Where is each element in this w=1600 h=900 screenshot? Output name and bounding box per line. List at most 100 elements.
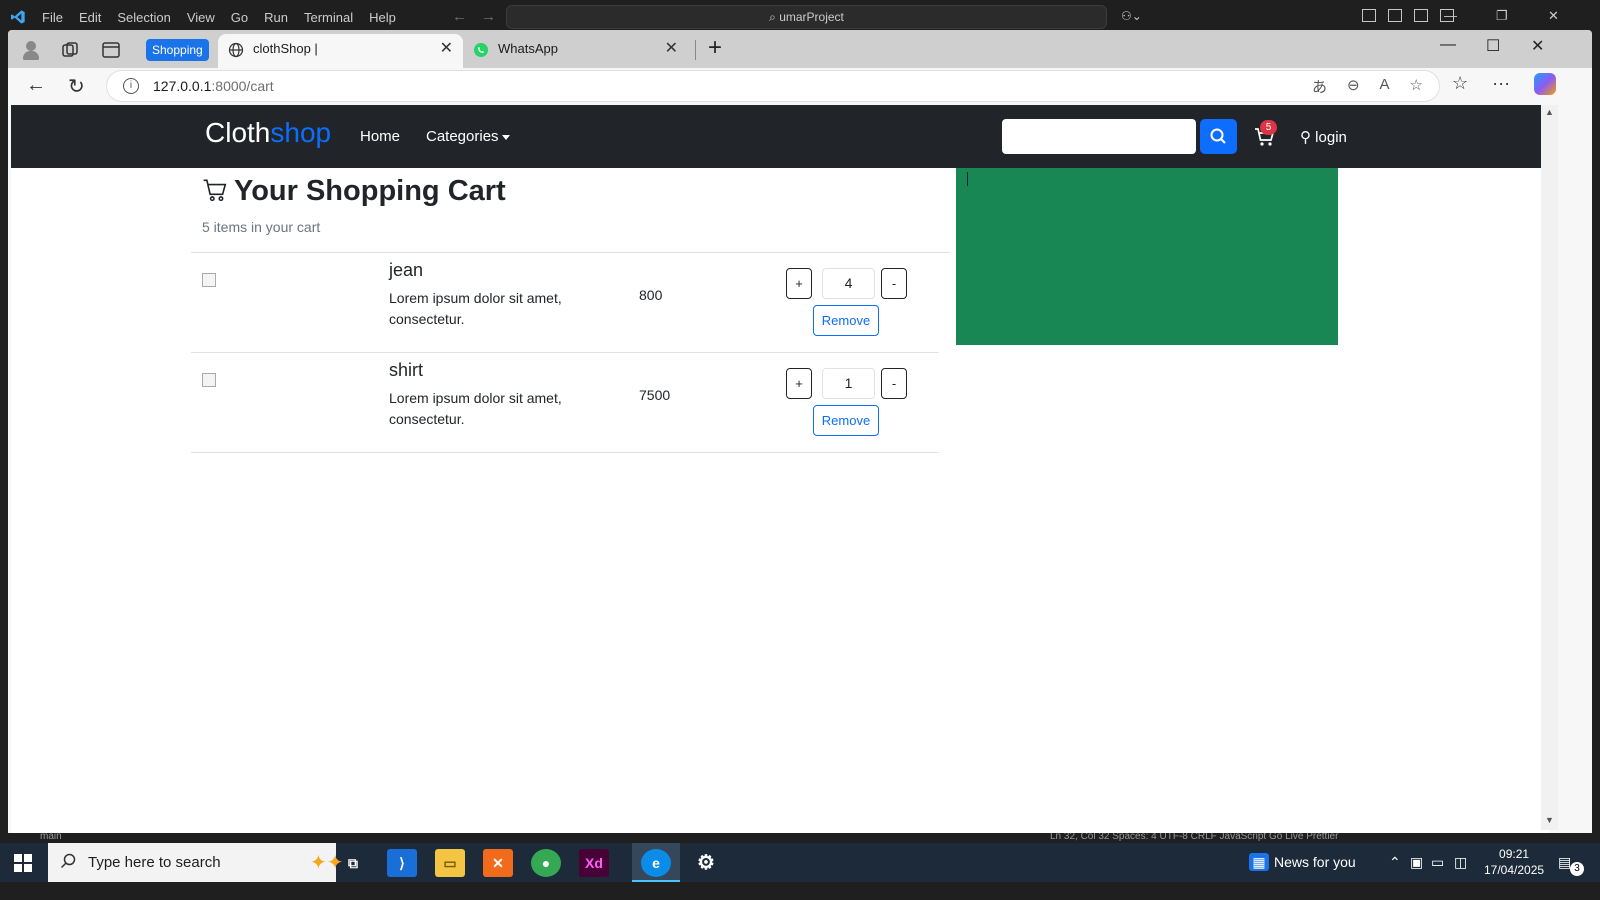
- menu-selection[interactable]: Selection: [117, 10, 170, 25]
- login-link[interactable]: ⚲ login: [1300, 128, 1347, 146]
- page-title: Your Shopping Cart: [202, 175, 506, 208]
- menu-run[interactable]: Run: [264, 10, 288, 25]
- quantity-input[interactable]: 4: [822, 268, 875, 299]
- product-name: jean: [389, 260, 424, 280]
- tab-clothshop[interactable]: clothShop | ✕: [218, 34, 463, 68]
- profile-icon[interactable]: [21, 40, 41, 60]
- nav-categories-dropdown[interactable]: Categories: [426, 128, 510, 145]
- vscode-minimize-icon[interactable]: —: [1444, 8, 1457, 23]
- scroll-down-icon[interactable]: ▼: [1545, 815, 1554, 825]
- zoom-out-icon[interactable]: ⊖: [1347, 76, 1360, 97]
- workspaces-icon[interactable]: [60, 40, 80, 60]
- tray-power-icon[interactable]: ▭: [1431, 854, 1444, 871]
- menu-terminal[interactable]: Terminal: [304, 10, 353, 25]
- tab-whatsapp[interactable]: WhatsApp ✕: [463, 34, 688, 68]
- tray-network-icon[interactable]: ◫: [1454, 854, 1467, 871]
- caret-down-icon: [501, 134, 510, 140]
- vscode-history-arrows-icon[interactable]: ←→: [452, 8, 510, 25]
- menu-view[interactable]: View: [187, 10, 215, 25]
- vscode-title-bar: File Edit Selection View Go Run Terminal…: [0, 0, 1600, 34]
- globe-icon: [228, 42, 244, 58]
- cart-badge: 5: [1260, 120, 1277, 135]
- browser-toolbar: ☆ ···: [1452, 73, 1557, 95]
- cart-item: jean Lorem ipsum dolor sit amet, consect…: [191, 252, 939, 352]
- close-tab-icon[interactable]: ✕: [665, 34, 678, 64]
- menu-go[interactable]: Go: [231, 10, 248, 25]
- copilot-sidebar-icon[interactable]: [1534, 73, 1557, 95]
- new-tab-icon[interactable]: +: [708, 34, 722, 62]
- close-tab-icon[interactable]: ✕: [440, 34, 453, 64]
- tab-title: clothShop |: [253, 41, 318, 56]
- toggle-sidebar-icon[interactable]: [1388, 9, 1402, 22]
- adobe-xd-icon[interactable]: Xd: [579, 849, 609, 877]
- tab-divider: [695, 40, 696, 60]
- favorite-star-icon[interactable]: ☆: [1410, 76, 1423, 97]
- notification-count: 3: [1570, 862, 1584, 876]
- favorites-icon[interactable]: ☆: [1452, 73, 1468, 95]
- menu-file[interactable]: File: [42, 10, 63, 25]
- menu-help[interactable]: Help: [369, 10, 396, 25]
- product-description: Lorem ipsum dolor sit amet, consectetur.: [389, 290, 562, 327]
- minimize-icon[interactable]: —: [1440, 36, 1456, 54]
- toggle-panel-icon[interactable]: [1414, 9, 1428, 22]
- customize-layout-icon[interactable]: [1362, 9, 1376, 22]
- translate-icon[interactable]: あ: [1312, 76, 1327, 97]
- page-scrollbar[interactable]: ▲ ▼: [1541, 105, 1558, 830]
- search-input[interactable]: [1002, 119, 1196, 154]
- settings-gear-icon[interactable]: ⚙: [691, 849, 721, 877]
- chrome-icon[interactable]: ●: [531, 849, 561, 877]
- copilot-icon[interactable]: ⚇⌄: [1121, 9, 1142, 23]
- vscode-menu-bar: File Edit Selection View Go Run Terminal…: [42, 10, 412, 25]
- product-name: shirt: [389, 360, 424, 380]
- nav-home[interactable]: Home: [360, 128, 400, 145]
- refresh-icon[interactable]: ↻: [68, 74, 85, 99]
- menu-edit[interactable]: Edit: [79, 10, 101, 25]
- vscode-close-icon[interactable]: ✕: [1548, 8, 1559, 24]
- url-text: 127.0.0.1:8000/cart: [153, 78, 274, 94]
- brand-logo[interactable]: Clothshop: [205, 117, 331, 149]
- tab-group-shopping[interactable]: Shopping: [146, 39, 209, 61]
- decrease-qty-button[interactable]: -: [881, 268, 907, 299]
- news-icon[interactable]: ▦: [1249, 853, 1269, 871]
- divider: [191, 452, 939, 453]
- search-icon: [60, 853, 76, 869]
- task-view-icon[interactable]: ⧉: [338, 849, 368, 877]
- text-cursor: [967, 172, 968, 186]
- more-menu-icon[interactable]: ···: [1492, 73, 1510, 95]
- vscode-command-center[interactable]: ⌕ umarProject: [506, 5, 1107, 29]
- quantity-input[interactable]: 1: [822, 368, 875, 399]
- scroll-up-icon[interactable]: ▲: [1545, 107, 1554, 117]
- vscode-status-bar: main Ln 32, Col 32 Spaces: 4 UTF-8 CRLF …: [0, 833, 1600, 843]
- site-info-icon[interactable]: i: [123, 78, 139, 94]
- tab-actions-icon[interactable]: [101, 40, 121, 60]
- xampp-icon[interactable]: ✕: [483, 849, 513, 877]
- tray-chevron-icon[interactable]: ⌃: [1389, 854, 1401, 871]
- increase-qty-button[interactable]: +: [786, 368, 812, 399]
- vscode-taskbar-icon[interactable]: ⟩: [387, 849, 417, 877]
- taskbar-search-text: Type here to search: [88, 854, 221, 871]
- edge-taskbar-slot[interactable]: e: [632, 843, 680, 882]
- decrease-qty-button[interactable]: -: [881, 368, 907, 399]
- branch-name[interactable]: main: [40, 833, 62, 842]
- windows-start-icon[interactable]: [14, 854, 32, 872]
- taskbar-clock[interactable]: 09:21 17/04/2025: [1484, 846, 1544, 878]
- remove-button[interactable]: Remove: [813, 305, 879, 336]
- url-actions: あ ⊖ A ☆: [1312, 76, 1423, 97]
- address-bar-row: ← ↻ i 127.0.0.1:8000/cart あ ⊖ A ☆ ☆ ···: [8, 68, 1592, 104]
- search-button[interactable]: [1200, 119, 1237, 154]
- news-widget[interactable]: News for you: [1274, 854, 1356, 870]
- maximize-icon[interactable]: ☐: [1486, 36, 1500, 56]
- read-aloud-icon[interactable]: A: [1380, 76, 1390, 97]
- close-window-icon[interactable]: ✕: [1531, 36, 1544, 56]
- file-explorer-icon[interactable]: ▭: [435, 849, 465, 877]
- clock-time: 09:21: [1499, 847, 1530, 861]
- vscode-restore-icon[interactable]: ❐: [1496, 8, 1508, 24]
- back-icon[interactable]: ←: [26, 74, 46, 97]
- tab-title: WhatsApp: [498, 41, 558, 56]
- taskbar-search[interactable]: Type here to search ✦✦: [48, 843, 344, 882]
- increase-qty-button[interactable]: +: [786, 268, 812, 299]
- url-field[interactable]: i 127.0.0.1:8000/cart あ ⊖ A ☆: [106, 70, 1440, 102]
- status-right-items[interactable]: Ln 32, Col 32 Spaces: 4 UTF-8 CRLF JavaS…: [1050, 833, 1338, 842]
- remove-button[interactable]: Remove: [813, 405, 879, 436]
- tray-device-icon[interactable]: ▣: [1410, 854, 1423, 871]
